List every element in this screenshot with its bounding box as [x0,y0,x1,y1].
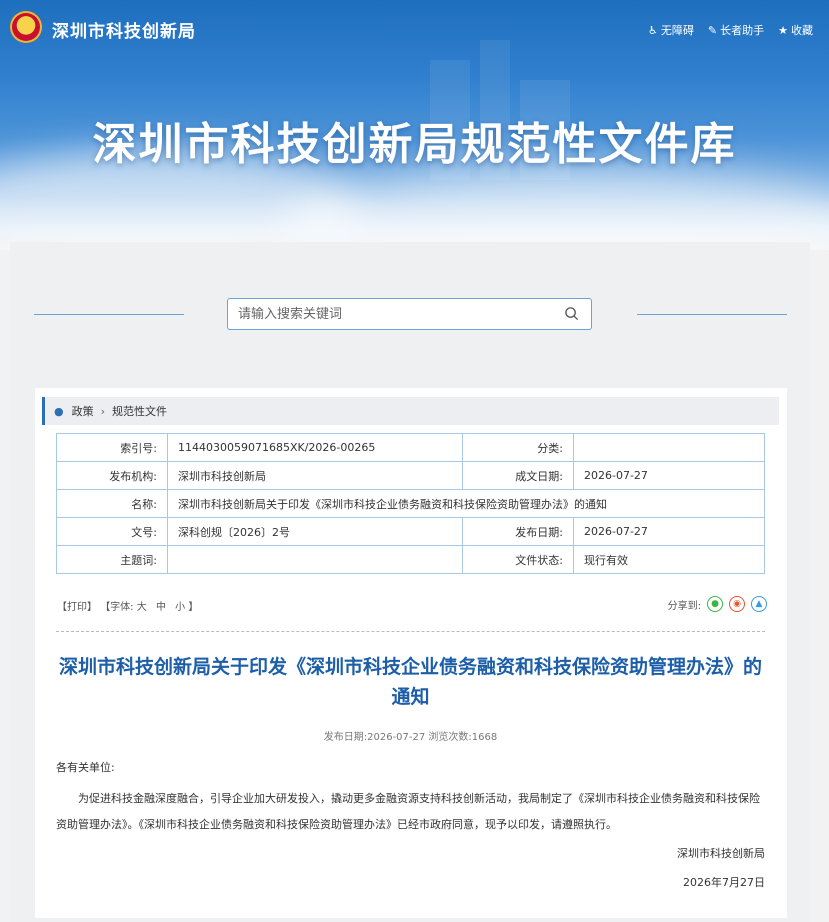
article-date: 2026年7月27日 [683,876,765,889]
chevron-right-icon: › [100,404,106,418]
font-size-suffix: 】 [188,602,199,613]
star-icon: ★ [778,23,788,37]
category-label: 分类: [462,433,574,462]
share-label: 分享到: [667,600,701,612]
font-medium-button[interactable]: 中 [156,602,166,613]
article-meta: 发布日期:2026-07-27 浏览次数:1668 [323,732,498,743]
font-large-button[interactable]: 大 [137,602,147,613]
breadcrumb-item-policy[interactable]: 政策 [72,403,94,419]
doc-no-value: 深科创规〔2026〕2号 [167,517,463,546]
doc-name-value: 深圳市科技创新局关于印发《深圳市科技企业债务融资和科技保险资助管理办法》的通知 [167,489,765,518]
national-emblem-icon: ★ [10,11,42,43]
document-meta-table: 索引号: 1144030059071685XK/2026-00265 分类: 发… [56,433,765,574]
doc-no-label: 文号: [56,517,168,546]
divider [56,631,765,632]
publisher-value: 深圳市科技创新局 [167,461,463,490]
favorite-link[interactable]: ★ 收藏 [778,22,813,38]
accessibility-icon: ♿ [648,23,658,37]
search-divider-right [637,314,787,315]
article-title: 深圳市科技创新局关于印发《深圳市科技企业债务融资和科技保险资助管理办法》的通知 [58,656,762,708]
header-banner: ★ 深圳市科技创新局 ♿ 无障碍 ✎ 长者助手 ★ 收藏 深圳市科技创新局规范性… [0,0,829,250]
table-row: 主题词: 文件状态: 现行有效 [56,545,765,574]
banner-title: 深圳市科技创新局规范性文件库 [92,119,737,170]
weibo-share-icon[interactable]: ◉ [729,596,745,612]
location-pin-icon: ● [54,404,64,418]
search-divider-left [34,314,184,315]
article-paragraph: 为促进科技金融深度融合，引导企业加大研发投入，撬动更多金融资源支持科技创新活动，… [56,792,760,831]
breadcrumb-item-normative-docs[interactable]: 规范性文件 [112,403,167,419]
table-row: 名称: 深圳市科技创新局关于印发《深圳市科技企业债务融资和科技保险资助管理办法》… [56,489,765,518]
created-date-label: 成文日期: [462,461,574,490]
published-date-label: 发布日期: [462,517,574,546]
published-date-value: 2026-07-27 [573,517,765,546]
article-salutation: 各有关单位: [56,761,115,774]
status-value: 现行有效 [573,545,765,574]
font-small-button[interactable]: 小 [175,602,185,613]
search-icon[interactable] [564,306,579,321]
search-input[interactable] [228,299,538,329]
publisher-label: 发布机构: [56,461,168,490]
elder-assist-icon: ✎ [707,23,718,37]
print-button[interactable]: 【打印】 [57,602,97,613]
table-row: 发布机构: 深圳市科技创新局 成文日期: 2026-07-27 [56,461,765,490]
search-box [227,298,592,330]
elder-assist-link[interactable]: ✎ 长者助手 [708,22,764,38]
qq-share-icon[interactable]: ▲ [751,596,767,612]
doc-name-label: 名称: [56,489,168,518]
index-no-value: 1144030059071685XK/2026-00265 [167,433,463,462]
top-bar: ★ 深圳市科技创新局 ♿ 无障碍 ✎ 长者助手 ★ 收藏 [0,0,829,60]
accessibility-link[interactable]: ♿ 无障碍 [648,22,694,38]
top-links: ♿ 无障碍 ✎ 长者助手 ★ 收藏 [648,22,813,38]
article-tools: 【打印】 【字体: 大 中 小 】 [57,598,198,613]
site-name[interactable]: 深圳市科技创新局 [52,17,196,42]
share-bar: 分享到: ● ◉ ▲ [668,596,767,612]
subject-value [167,545,463,574]
created-date-value: 2026-07-27 [573,461,765,490]
table-row: 索引号: 1144030059071685XK/2026-00265 分类: [56,433,765,462]
font-size-prefix: 【字体: [100,602,134,613]
status-label: 文件状态: [462,545,574,574]
category-value [573,433,765,462]
subject-label: 主题词: [56,545,168,574]
index-no-label: 索引号: [56,433,168,462]
table-row: 文号: 深科创规〔2026〕2号 发布日期: 2026-07-27 [56,517,765,546]
article-signature: 深圳市科技创新局 [677,847,765,860]
wechat-share-icon[interactable]: ● [707,596,723,612]
breadcrumb: ● 政策 › 规范性文件 [42,397,779,425]
